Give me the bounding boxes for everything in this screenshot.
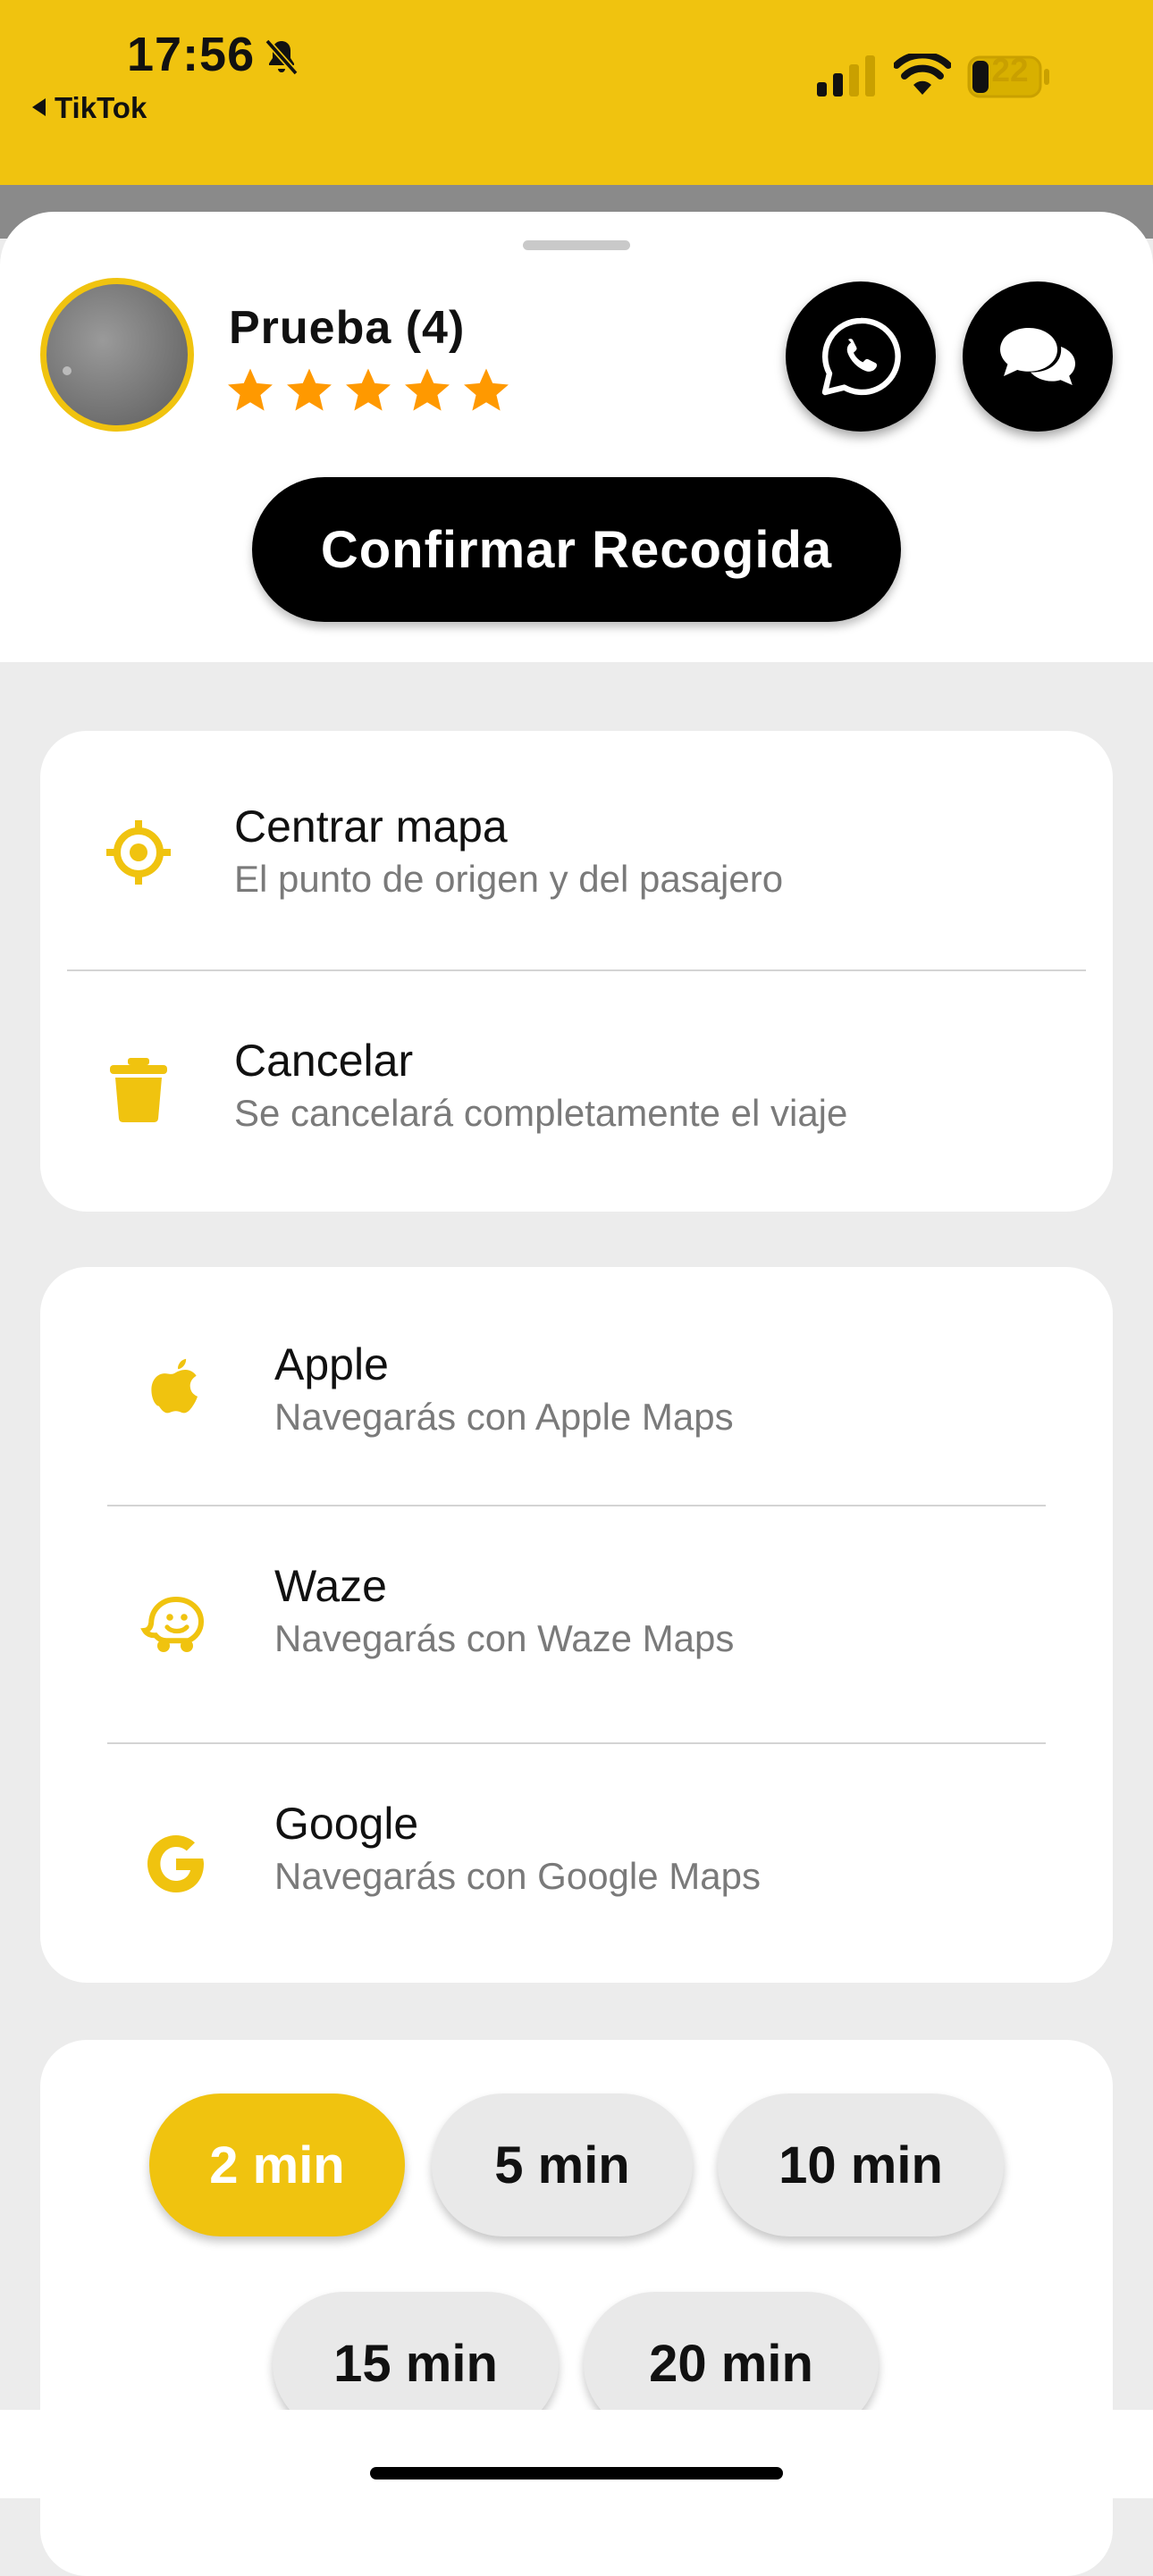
nav-option-subtitle: Navegarás con Waze Maps xyxy=(274,1617,735,1659)
google-icon xyxy=(147,1835,204,1892)
bell-slash-icon xyxy=(265,38,299,76)
home-indicator[interactable] xyxy=(370,2467,783,2480)
star-icon xyxy=(405,368,450,411)
status-bar: 17:56 TikTok 22 xyxy=(0,0,1153,185)
navigation-card: Apple Navegarás con Apple Maps Waze Nave… xyxy=(40,1267,1113,1983)
star-icon xyxy=(228,368,273,411)
drag-handle[interactable] xyxy=(523,240,630,250)
nav-option-title: Waze xyxy=(274,1561,387,1611)
option-title: Centrar mapa xyxy=(234,801,508,852)
waze-icon xyxy=(140,1596,205,1652)
divider xyxy=(67,969,1086,971)
status-time: 17:56 xyxy=(127,28,256,81)
signal-icon xyxy=(817,55,875,96)
driver-name: Prueba (4) xyxy=(229,302,466,354)
back-arrow-icon xyxy=(32,98,46,116)
options-card: Centrar mapa El punto de origen y del pa… xyxy=(40,731,1113,1212)
chat-bubbles-icon xyxy=(1000,328,1075,385)
rating-stars xyxy=(225,365,511,415)
nav-option-title: Apple xyxy=(274,1339,389,1389)
star-icon xyxy=(346,368,391,411)
back-app-label: TikTok xyxy=(55,91,147,124)
nav-option-google[interactable]: Google Navegarás con Google Maps xyxy=(40,1744,1113,1983)
wait-time-chip[interactable]: 2 min xyxy=(149,2094,405,2236)
option-subtitle: El punto de origen y del pasajero xyxy=(234,858,784,900)
chat-button[interactable] xyxy=(963,281,1113,432)
nav-option-apple[interactable]: Apple Navegarás con Apple Maps xyxy=(40,1267,1113,1505)
battery-level: 22 xyxy=(991,52,1029,88)
home-bar-area xyxy=(0,2410,1153,2498)
back-to-app-link[interactable]: TikTok xyxy=(32,91,147,125)
star-icon xyxy=(464,368,509,411)
confirm-pickup-button[interactable]: Confirmar Recogida xyxy=(252,477,901,622)
nav-option-subtitle: Navegarás con Apple Maps xyxy=(274,1396,734,1438)
apple-icon xyxy=(151,1358,198,1414)
nav-option-title: Google xyxy=(274,1799,419,1849)
nav-option-waze[interactable]: Waze Navegarás con Waze Maps xyxy=(40,1506,1113,1742)
nav-option-subtitle: Navegarás con Google Maps xyxy=(274,1855,761,1897)
star-icon xyxy=(287,368,332,411)
whatsapp-button[interactable] xyxy=(786,281,936,432)
wait-time-chip[interactable]: 5 min xyxy=(432,2094,693,2236)
option-title: Cancelar xyxy=(234,1036,414,1086)
whatsapp-icon xyxy=(821,317,901,396)
bottom-sheet: Prueba (4) Confirmar Recogida xyxy=(0,212,1153,662)
trash-icon xyxy=(110,1058,167,1122)
cancel-trip-option[interactable]: Cancelar Se cancelará completamente el v… xyxy=(40,972,1113,1212)
center-map-option[interactable]: Centrar mapa El punto de origen y del pa… xyxy=(40,731,1113,970)
option-subtitle: Se cancelará completamente el viaje xyxy=(234,1092,848,1134)
wait-time-chip[interactable]: 10 min xyxy=(718,2094,1004,2236)
wifi-icon xyxy=(894,54,951,95)
avatar xyxy=(40,278,194,432)
crosshair-icon xyxy=(106,820,171,885)
